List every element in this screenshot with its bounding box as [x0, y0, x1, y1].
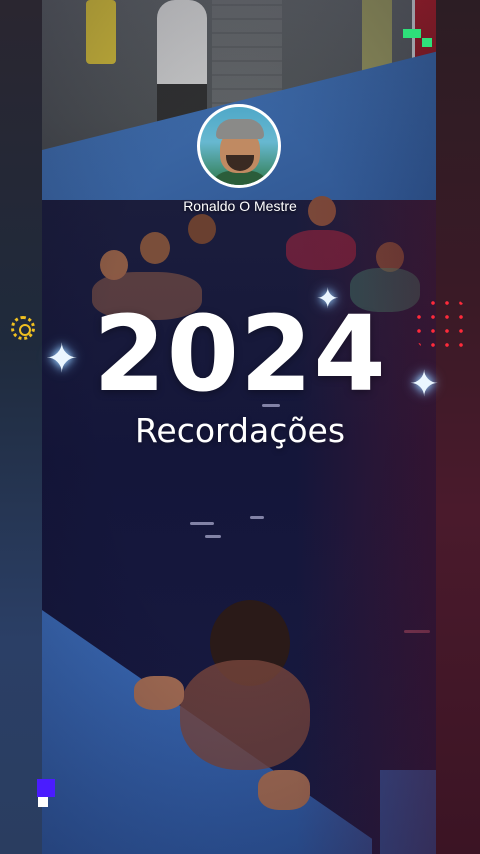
white-pixel-icon — [38, 797, 48, 807]
green-pixel-icon — [422, 38, 432, 47]
user-avatar[interactable] — [197, 104, 281, 188]
avatar-cap — [216, 119, 264, 139]
user-name[interactable]: Ronaldo O Mestre — [0, 198, 480, 214]
memories-subtitle: Recordações — [134, 411, 346, 450]
green-pixel-icon — [403, 29, 421, 38]
year-title: 2024 — [93, 293, 387, 415]
purple-pixel-icon — [37, 779, 55, 797]
